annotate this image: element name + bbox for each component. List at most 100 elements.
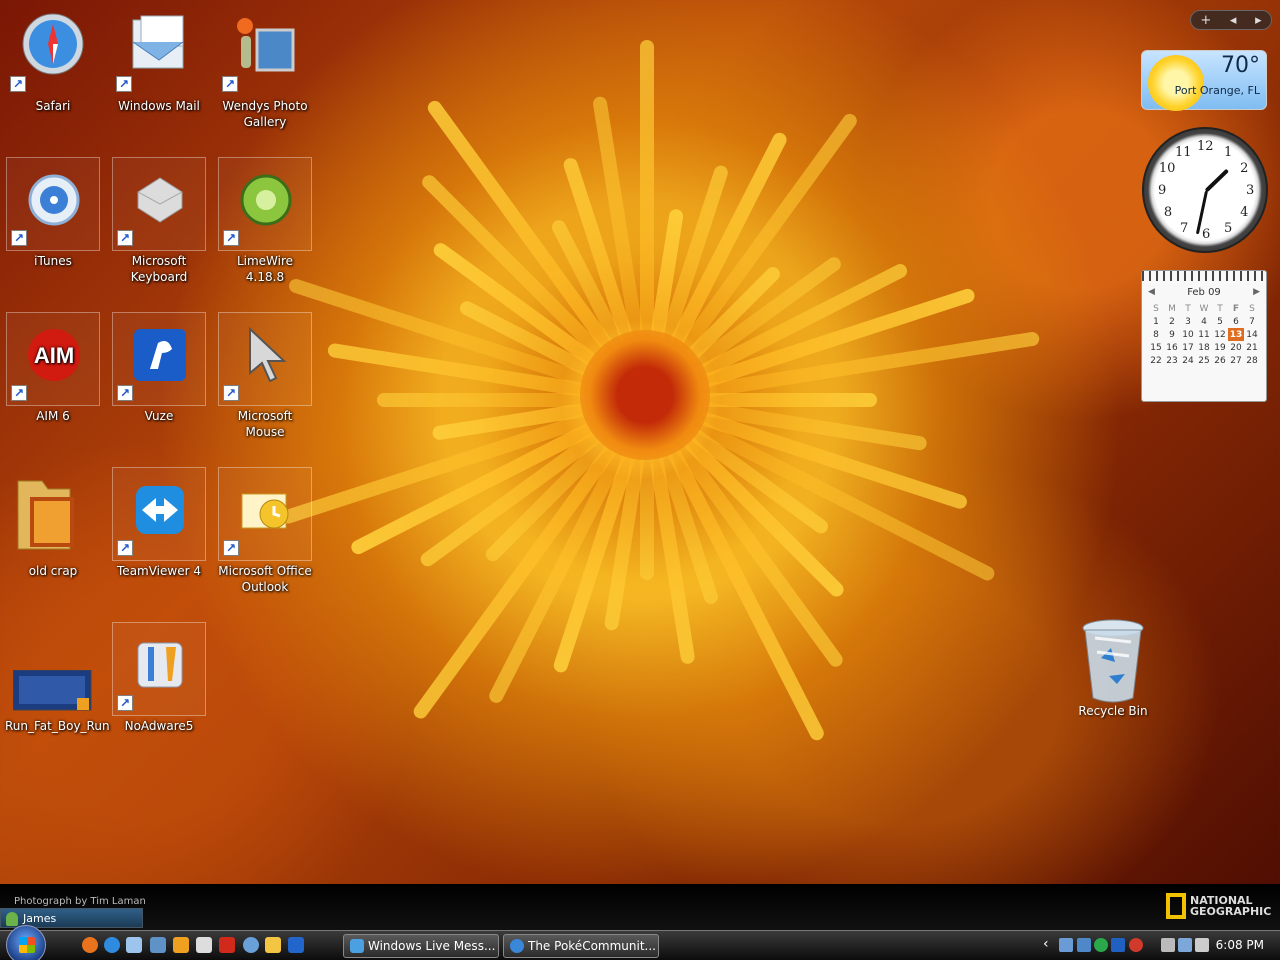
calendar-day[interactable]: 8 bbox=[1148, 328, 1164, 341]
icon-frame: ↗ bbox=[218, 157, 312, 251]
weather-gadget[interactable]: 70° Port Orange, FL bbox=[1141, 50, 1267, 111]
show-desktop-icon[interactable] bbox=[126, 937, 142, 953]
desktop-icon-photo-gallery[interactable]: ↗ Wendys Photo Gallery bbox=[217, 2, 313, 130]
calendar-day[interactable]: 5 bbox=[1212, 315, 1228, 328]
calendar-day[interactable]: 23 bbox=[1164, 354, 1180, 367]
desktop-icon-limewire[interactable]: ↗ LimeWire 4.18.8 bbox=[217, 157, 313, 285]
desktop-icon-old-crap[interactable]: old crap bbox=[5, 467, 101, 579]
desktop-icon-windows-mail[interactable]: ↗ Windows Mail bbox=[111, 2, 207, 114]
calendar-day[interactable]: 11 bbox=[1196, 328, 1212, 341]
calendar-day[interactable]: 7 bbox=[1244, 315, 1260, 328]
clock-number: 11 bbox=[1175, 144, 1192, 160]
calendar-prev-icon[interactable]: ◀ bbox=[1148, 287, 1155, 297]
shortcut-arrow-icon: ↗ bbox=[116, 76, 132, 92]
volume-icon[interactable] bbox=[1195, 938, 1209, 952]
security-tray-icon[interactable] bbox=[1094, 938, 1108, 952]
show-hidden-icons-button[interactable]: ‹ bbox=[1043, 936, 1049, 952]
calendar-day[interactable]: 3 bbox=[1180, 315, 1196, 328]
calendar-gadget[interactable]: ◀ Feb 09 ▶ S M T W T F S 1 2 3 4 5 6 7 8 9 10 11 12 13 14 15 1… bbox=[1141, 270, 1267, 402]
calendar-day[interactable]: 21 bbox=[1244, 341, 1260, 354]
weather-city: Port Orange, FL bbox=[1174, 84, 1260, 97]
shortcut-arrow-icon: ↗ bbox=[10, 76, 26, 92]
clock-time[interactable]: 6:08 PM bbox=[1216, 938, 1264, 952]
wallpaper-caption-band bbox=[0, 884, 1280, 930]
calendar-day[interactable]: 24 bbox=[1180, 354, 1196, 367]
calendar-day[interactable]: 28 bbox=[1244, 354, 1260, 367]
start-button[interactable] bbox=[6, 925, 46, 960]
clock-gadget[interactable]: 12 1 2 3 4 5 6 7 8 9 10 11 bbox=[1142, 127, 1268, 253]
calendar-day[interactable]: 6 bbox=[1228, 315, 1244, 328]
vuze-icon[interactable] bbox=[288, 937, 304, 953]
calendar-day[interactable]: 17 bbox=[1180, 341, 1196, 354]
desktop-icon-outlook[interactable]: ↗ Microsoft Office Outlook bbox=[217, 467, 313, 595]
desktop-icon-run-fat-boy-run[interactable]: Run_Fat_Boy_Run bbox=[5, 622, 110, 734]
calendar-day[interactable]: 20 bbox=[1228, 341, 1244, 354]
desktop-icon-microsoft-keyboard[interactable]: ↗ Microsoft Keyboard bbox=[111, 157, 207, 285]
calendar-day[interactable]: 9 bbox=[1164, 328, 1180, 341]
usb-tray-icon[interactable] bbox=[1161, 938, 1175, 952]
network-status-icon[interactable] bbox=[1178, 938, 1192, 952]
desktop-icon-teamviewer[interactable]: ↗ TeamViewer 4 bbox=[111, 467, 207, 579]
updates-tray-icon[interactable] bbox=[1129, 938, 1143, 952]
desktop-icon-aim[interactable]: AIM ↗ AIM 6 bbox=[5, 312, 101, 424]
calendar-day[interactable]: 10 bbox=[1180, 328, 1196, 341]
shortcut-arrow-icon: ↗ bbox=[223, 385, 239, 401]
photo-credit: Photograph by Tim Laman bbox=[14, 896, 146, 907]
calendar-day[interactable]: 14 bbox=[1244, 328, 1260, 341]
task-pokecommunity[interactable]: The PokéCommunit... bbox=[503, 934, 659, 958]
desktop-icon-microsoft-mouse[interactable]: ↗ Microsoft Mouse bbox=[217, 312, 313, 440]
calendar-next-icon[interactable]: ▶ bbox=[1253, 287, 1260, 297]
calendar-day[interactable]: 26 bbox=[1212, 354, 1228, 367]
calendar-rings bbox=[1142, 271, 1266, 281]
calendar-grid: S M T W T F S 1 2 3 4 5 6 7 8 9 10 11 12 13 14 15 16 17 18 19 20 21… bbox=[1148, 302, 1260, 367]
icon-frame: ↗ bbox=[6, 157, 100, 251]
messenger-icon[interactable] bbox=[243, 937, 259, 953]
add-gadget-button[interactable]: + bbox=[1200, 13, 1211, 28]
calendar-day[interactable]: 2 bbox=[1164, 315, 1180, 328]
network-tray-icon[interactable] bbox=[1059, 938, 1073, 952]
taskbar: Windows Live Mess... The PokéCommunit...… bbox=[0, 925, 1280, 960]
icon-frame bbox=[6, 622, 100, 716]
media-player-icon[interactable] bbox=[173, 937, 189, 953]
calendar-day[interactable]: 16 bbox=[1164, 341, 1180, 354]
outlook-icon[interactable] bbox=[265, 937, 281, 953]
bluetooth-tray-icon[interactable] bbox=[1111, 938, 1125, 952]
desktop-icon-safari[interactable]: ↗ Safari bbox=[5, 2, 101, 114]
calendar-day[interactable]: 13 bbox=[1228, 328, 1244, 341]
recycle-bin[interactable]: Recycle Bin bbox=[1068, 618, 1158, 718]
document-icon[interactable] bbox=[196, 937, 212, 953]
desktop-icon-label: NoAdware5 bbox=[124, 719, 194, 733]
calendar-day[interactable]: 19 bbox=[1212, 341, 1228, 354]
calendar-day[interactable]: 1 bbox=[1148, 315, 1164, 328]
sidebar-controls[interactable]: + ◂ ▸ bbox=[1190, 10, 1272, 30]
recycle-bin-icon bbox=[1081, 618, 1145, 704]
desktop-icon-vuze[interactable]: ↗ Vuze bbox=[111, 312, 207, 424]
prev-gadget-icon[interactable]: ◂ bbox=[1230, 13, 1237, 28]
icon-frame: AIM ↗ bbox=[6, 312, 100, 406]
calendar-day[interactable]: 25 bbox=[1196, 354, 1212, 367]
calendar-day[interactable]: 4 bbox=[1196, 315, 1212, 328]
switch-windows-icon[interactable] bbox=[150, 937, 166, 953]
task-windows-live-messenger[interactable]: Windows Live Mess... bbox=[343, 934, 499, 958]
microsoft-mouse-icon bbox=[234, 323, 298, 387]
user-tray-icon[interactable] bbox=[1077, 938, 1091, 952]
next-gadget-icon[interactable]: ▸ bbox=[1255, 13, 1262, 28]
calendar-day[interactable]: 18 bbox=[1196, 341, 1212, 354]
calendar-day[interactable]: 22 bbox=[1148, 354, 1164, 367]
calendar-day[interactable]: 27 bbox=[1228, 354, 1244, 367]
desktop-icon-noadware[interactable]: ↗ NoAdware5 bbox=[111, 622, 207, 734]
icon-frame: ↗ bbox=[112, 2, 206, 96]
internet-explorer-icon[interactable] bbox=[104, 937, 120, 953]
clock-number: 12 bbox=[1197, 139, 1214, 154]
calendar-weekday: M bbox=[1168, 303, 1176, 314]
aim-icon[interactable] bbox=[219, 937, 235, 953]
run-fat-boy-run-icon bbox=[12, 669, 92, 734]
firefox-icon[interactable] bbox=[82, 937, 98, 953]
old-crap-icon bbox=[14, 471, 78, 550]
desktop-icon-label: AIM 6 bbox=[36, 409, 70, 423]
calendar-weekday: W bbox=[1199, 303, 1209, 314]
calendar-day[interactable]: 15 bbox=[1148, 341, 1164, 354]
icon-frame: ↗ bbox=[218, 2, 312, 96]
calendar-day[interactable]: 12 bbox=[1212, 328, 1228, 341]
desktop-icon-itunes[interactable]: ↗ iTunes bbox=[5, 157, 101, 269]
